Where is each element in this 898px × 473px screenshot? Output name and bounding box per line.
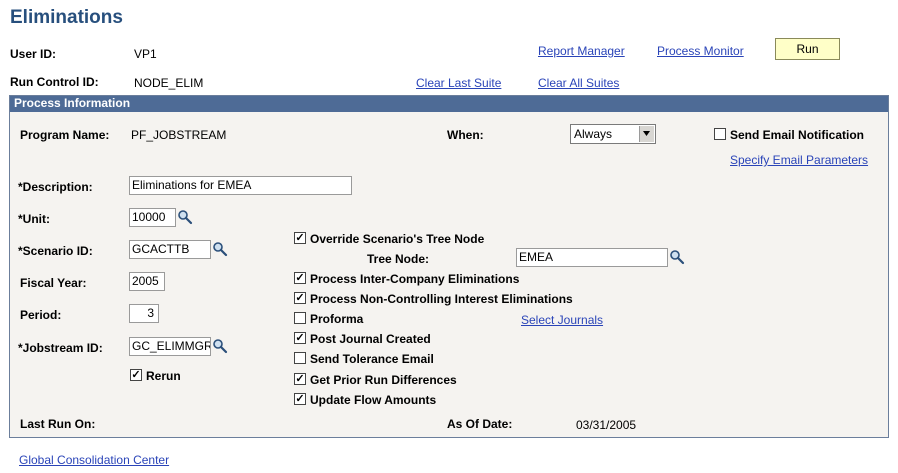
unit-input[interactable]: 10000 — [129, 208, 176, 227]
prior-run-differences-checkbox[interactable]: ✓ — [294, 373, 306, 385]
scenario-id-input[interactable]: GCACTTB — [129, 240, 211, 259]
send-email-notification-checkbox[interactable] — [714, 128, 726, 140]
when-label: When: — [447, 128, 484, 142]
page-title: Eliminations — [10, 7, 123, 28]
non-controlling-interest-checkbox[interactable]: ✓ — [294, 292, 306, 304]
global-consolidation-center-link[interactable]: Global Consolidation Center — [19, 453, 169, 467]
override-tree-node-checkbox[interactable]: ✓ — [294, 232, 306, 244]
rerun-checkbox[interactable]: ✓ — [130, 369, 142, 381]
run-control-id-value: NODE_ELIM — [134, 76, 204, 90]
run-button[interactable]: Run — [775, 38, 840, 60]
as-of-date-label: As Of Date: — [447, 417, 513, 431]
program-name-label: Program Name: — [20, 128, 110, 142]
user-id-value: VP1 — [134, 47, 157, 61]
panel-header: Process Information — [10, 96, 888, 112]
tree-node-lookup-icon[interactable] — [669, 249, 685, 265]
fiscal-year-input[interactable]: 2005 — [129, 272, 165, 291]
proforma-label: Proforma — [310, 312, 364, 326]
user-id-label: User ID: — [10, 47, 57, 61]
unit-label: *Unit: — [18, 212, 50, 226]
report-manager-link[interactable]: Report Manager — [538, 44, 625, 58]
run-control-id-label: Run Control ID: — [10, 75, 99, 89]
tree-node-input[interactable]: EMEA — [516, 248, 668, 267]
chevron-down-icon — [639, 126, 654, 142]
program-name-value: PF_JOBSTREAM — [131, 128, 227, 142]
as-of-date-value: 03/31/2005 — [576, 418, 637, 432]
period-label: Period: — [20, 308, 62, 322]
description-input[interactable]: Eliminations for EMEA — [129, 176, 352, 195]
when-selected-value: Always — [574, 127, 613, 141]
jobstream-id-input[interactable]: GC_ELIMMGR — [129, 337, 211, 356]
clear-all-suites-link[interactable]: Clear All Suites — [538, 76, 619, 90]
unit-lookup-icon[interactable] — [177, 209, 193, 225]
jobstream-id-label: *Jobstream ID: — [18, 341, 103, 355]
send-email-notification-label: Send Email Notification — [730, 128, 865, 142]
non-controlling-interest-label: Process Non-Controlling Interest Elimina… — [310, 292, 573, 306]
select-journals-link[interactable]: Select Journals — [521, 313, 603, 327]
fiscal-year-label: Fiscal Year: — [20, 276, 87, 290]
prior-run-differences-label: Get Prior Run Differences — [310, 373, 457, 387]
send-tolerance-email-label: Send Tolerance Email — [310, 352, 434, 366]
description-label: *Description: — [18, 180, 93, 194]
inter-company-eliminations-label: Process Inter-Company Eliminations — [310, 272, 520, 286]
post-journal-created-label: Post Journal Created — [310, 332, 431, 346]
scenario-id-label: *Scenario ID: — [18, 244, 93, 258]
scenario-lookup-icon[interactable] — [212, 241, 228, 257]
process-monitor-link[interactable]: Process Monitor — [657, 44, 744, 58]
tree-node-label: Tree Node: — [367, 252, 430, 266]
when-select[interactable]: Always — [570, 124, 656, 144]
update-flow-amounts-checkbox[interactable]: ✓ — [294, 393, 306, 405]
last-run-on-label: Last Run On: — [20, 417, 96, 431]
post-journal-created-checkbox[interactable]: ✓ — [294, 332, 306, 344]
update-flow-amounts-label: Update Flow Amounts — [310, 393, 437, 407]
inter-company-eliminations-checkbox[interactable]: ✓ — [294, 272, 306, 284]
specify-email-parameters-link[interactable]: Specify Email Parameters — [730, 153, 868, 167]
clear-last-suite-link[interactable]: Clear Last Suite — [416, 76, 501, 90]
proforma-checkbox[interactable] — [294, 312, 306, 324]
period-input[interactable]: 3 — [129, 304, 159, 323]
send-tolerance-email-checkbox[interactable] — [294, 352, 306, 364]
override-tree-node-label: Override Scenario's Tree Node — [310, 232, 485, 246]
jobstream-lookup-icon[interactable] — [212, 338, 228, 354]
rerun-label: Rerun — [146, 369, 181, 383]
